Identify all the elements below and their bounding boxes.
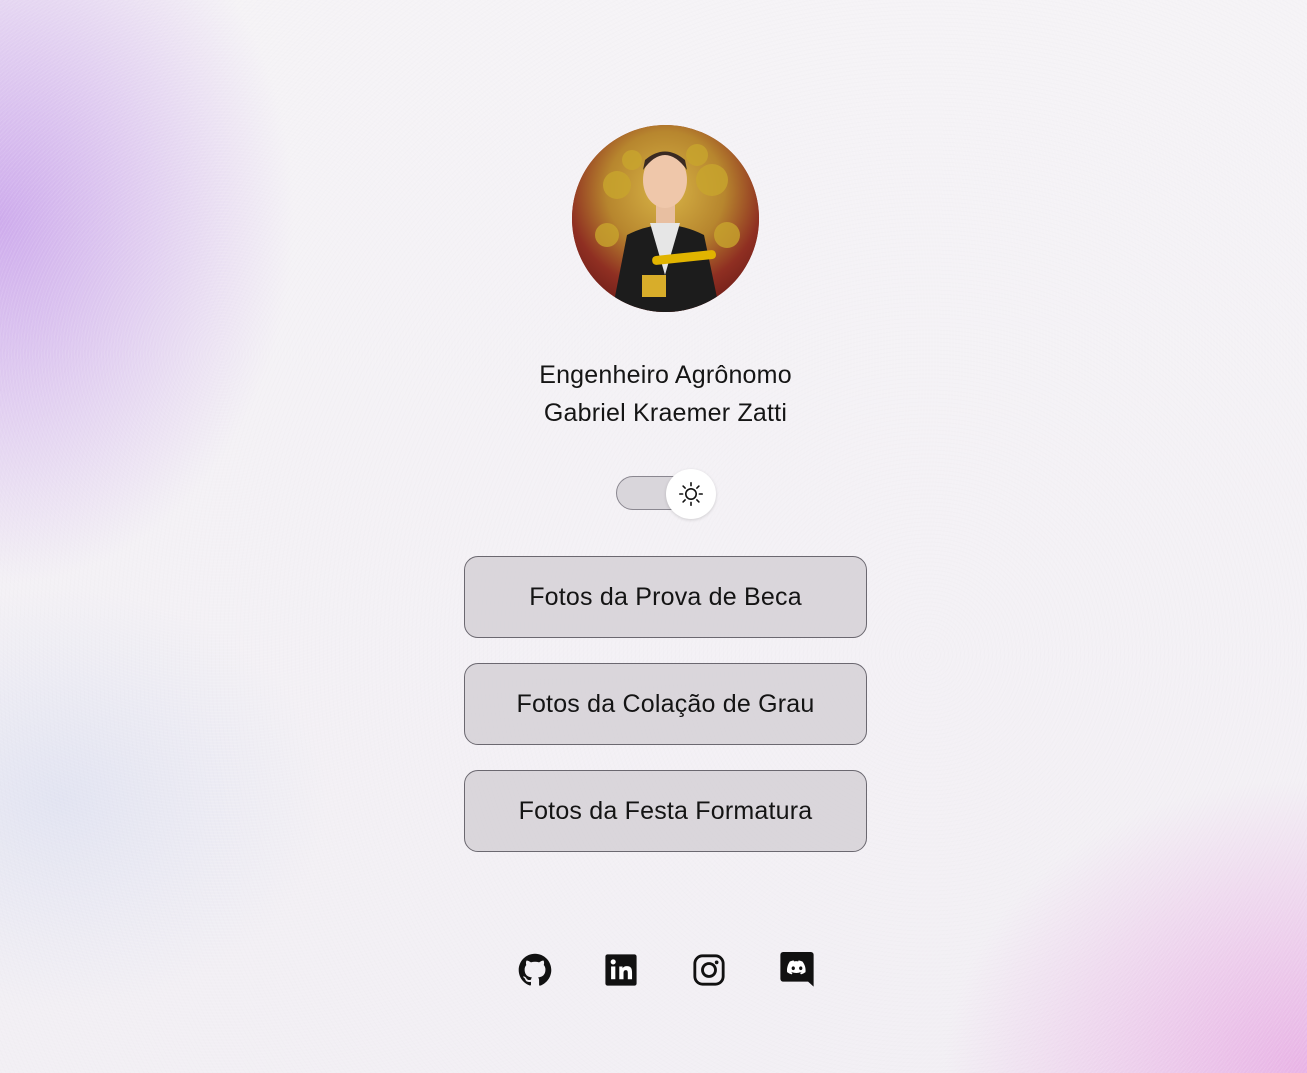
theme-toggle-knob[interactable]	[666, 469, 716, 519]
sun-icon	[678, 481, 704, 507]
photos-graduation-party-button[interactable]: Fotos da Festa Formatura	[464, 770, 867, 852]
instagram-icon	[693, 954, 725, 986]
avatar	[572, 125, 759, 312]
discord-link[interactable]	[779, 952, 815, 988]
profile-role: Engenheiro Agrônomo	[539, 361, 792, 389]
linkedin-link[interactable]	[603, 952, 639, 988]
photos-graduation-ceremony-button[interactable]: Fotos da Colação de Grau	[464, 663, 867, 745]
github-icon	[518, 953, 552, 986]
profile-titles: Engenheiro Agrônomo Gabriel Kraemer Zatt…	[0, 356, 1307, 432]
profile-photo-icon	[572, 125, 759, 312]
profile-name: Gabriel Kraemer Zatti	[543, 399, 788, 427]
github-link[interactable]	[517, 952, 553, 988]
instagram-link[interactable]	[691, 952, 727, 988]
linkedin-icon	[605, 954, 637, 986]
photos-gown-fitting-button[interactable]: Fotos da Prova de Beca	[464, 556, 867, 638]
page: Engenheiro Agrônomo Gabriel Kraemer Zatt…	[0, 0, 1307, 1073]
discord-icon	[780, 952, 814, 987]
